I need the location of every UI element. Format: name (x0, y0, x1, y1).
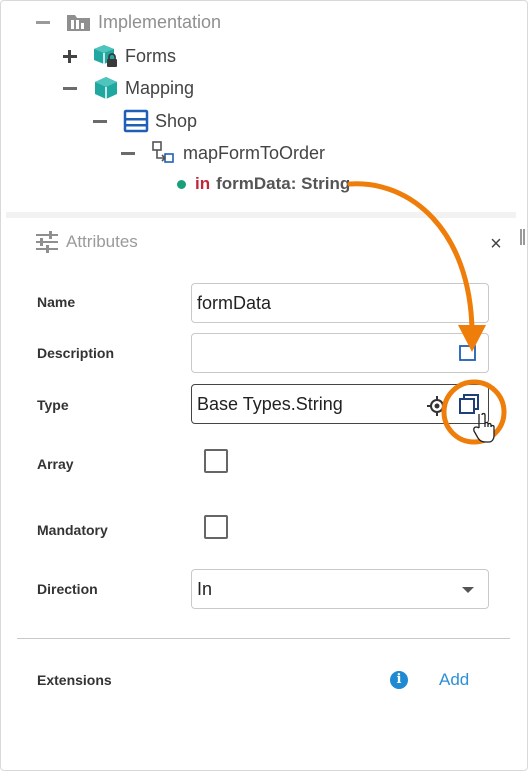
type-label: Type (37, 397, 69, 413)
direction-keyword: in (195, 174, 211, 193)
collapse-toggle[interactable] (35, 14, 51, 30)
expand-toggle[interactable] (62, 48, 78, 64)
direction-label: Direction (37, 581, 98, 597)
collapse-toggle[interactable] (92, 113, 108, 129)
tree-item-implementation[interactable]: Implementation (35, 8, 221, 36)
add-extension-button[interactable]: Add (439, 670, 469, 690)
tree-item-mapping[interactable]: Mapping (62, 74, 194, 102)
sliders-icon (36, 231, 58, 253)
collapse-toggle[interactable] (120, 145, 136, 161)
panel-separator[interactable] (6, 212, 516, 218)
divider (17, 638, 510, 639)
status-dot (177, 179, 186, 189)
name-field[interactable]: formData (191, 283, 489, 323)
package-icon (92, 76, 120, 100)
tree-label: Forms (125, 45, 176, 66)
collapse-toggle[interactable] (62, 80, 78, 96)
type-value: Base Types.String (197, 393, 343, 414)
chevron-down-icon (462, 587, 474, 593)
tree-item-shop[interactable]: Shop (92, 107, 197, 135)
tree-label: formData: String (216, 174, 351, 193)
folder-icon (65, 10, 93, 34)
array-checkbox[interactable] (204, 449, 228, 473)
description-field[interactable] (191, 333, 489, 373)
name-label: Name (37, 294, 76, 310)
tree-label: Implementation (98, 11, 222, 32)
description-label: Description (37, 345, 115, 361)
mandatory-label: Mandatory (37, 522, 108, 538)
class-icon (122, 109, 150, 133)
name-value: formData (197, 292, 272, 313)
tree-label: Shop (155, 110, 198, 131)
tree-label: Mapping (125, 77, 195, 98)
array-label: Array (37, 456, 74, 472)
tree-item-forms[interactable]: Forms (62, 42, 176, 70)
resize-grip[interactable] (520, 229, 525, 245)
tree-item-mapformtoorder[interactable]: mapFormToOrder (120, 139, 325, 167)
tree-label: mapFormToOrder (183, 142, 326, 163)
tree-item-formdata[interactable]: in formData: String (177, 170, 350, 198)
panel-title: Attributes (66, 232, 138, 251)
mandatory-checkbox[interactable] (204, 515, 228, 539)
locate-icon[interactable] (427, 396, 447, 416)
extensions-label: Extensions (37, 672, 112, 688)
locked-package-icon (92, 44, 120, 68)
info-icon[interactable]: i (390, 671, 408, 689)
operation-icon (150, 141, 178, 165)
panel-header: Attributes (35, 231, 138, 253)
close-icon[interactable]: × (486, 234, 506, 254)
direction-select[interactable]: In (191, 569, 489, 609)
direction-value: In (197, 578, 213, 599)
